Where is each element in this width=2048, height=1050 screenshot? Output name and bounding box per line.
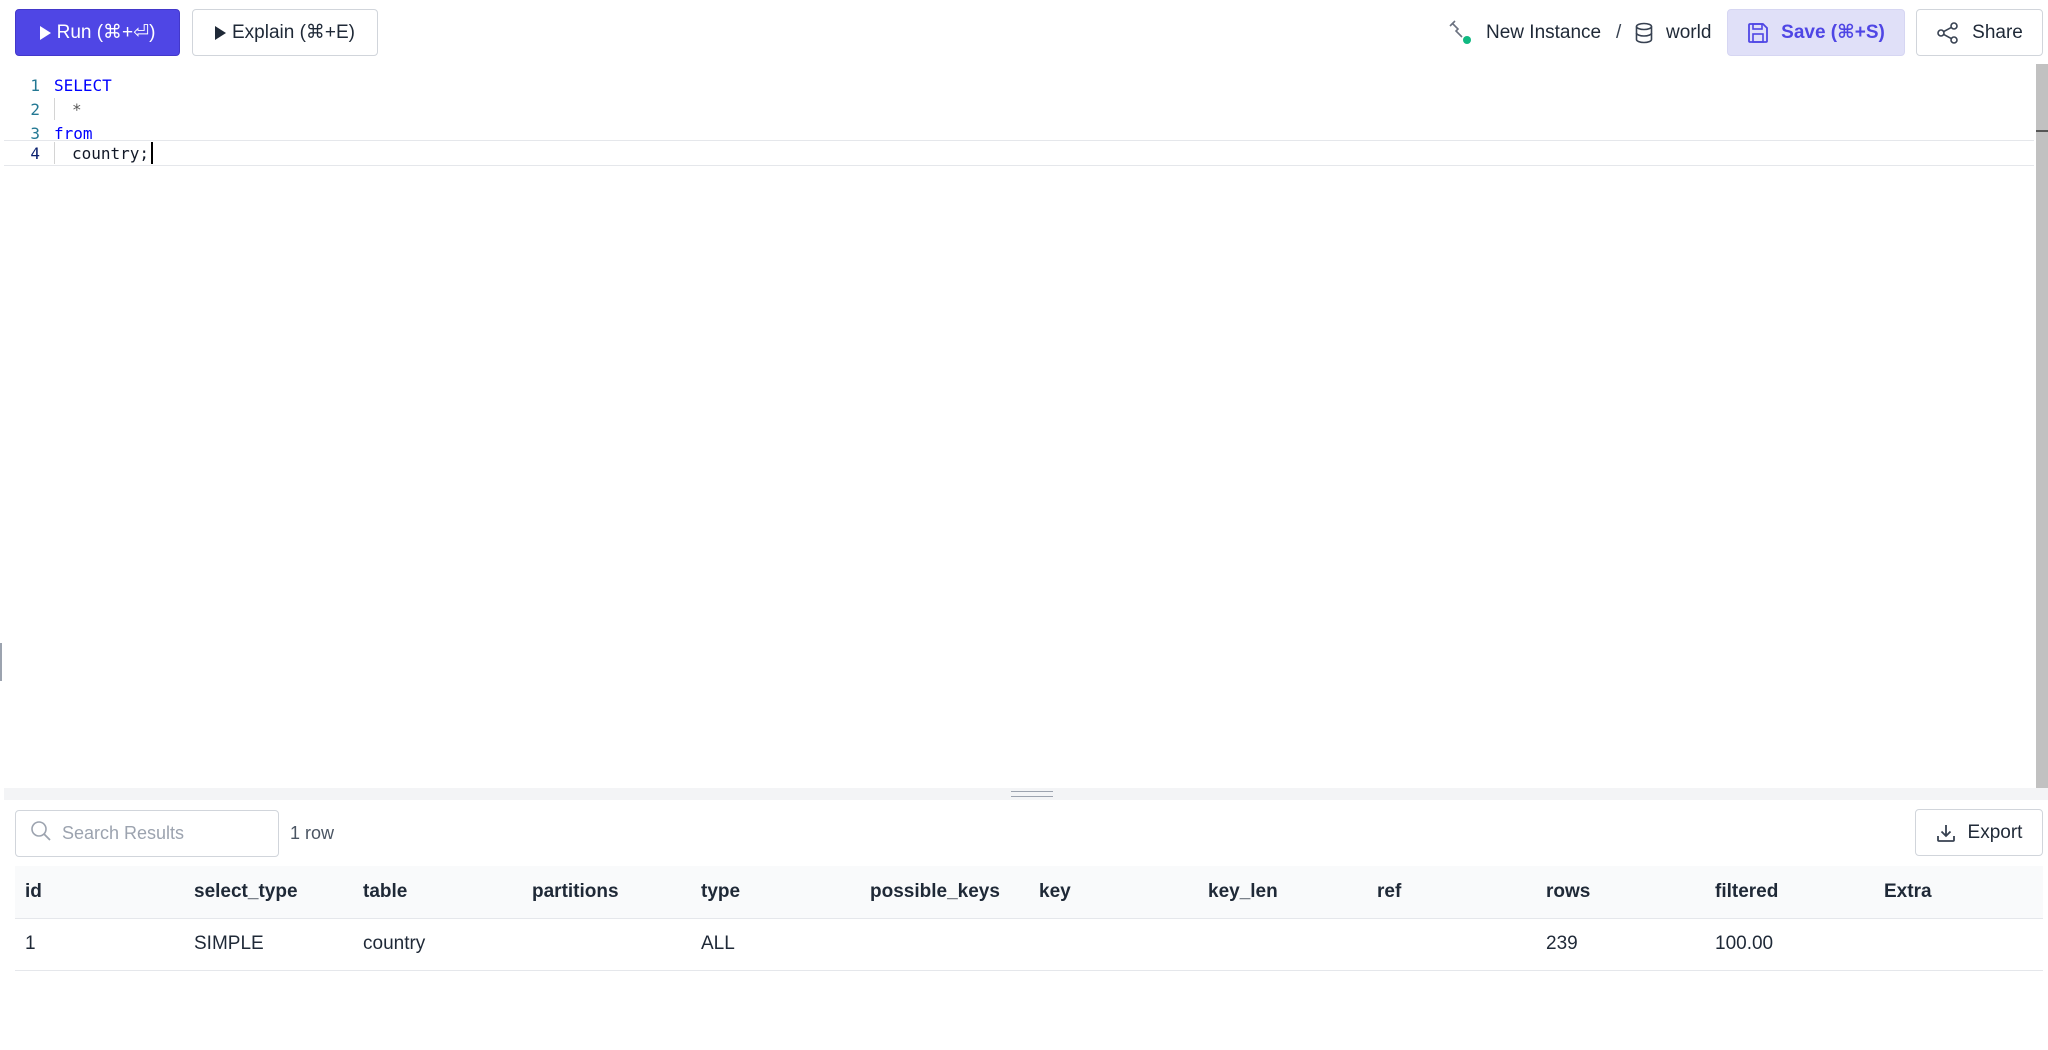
table-cell: country: [353, 918, 522, 971]
table-cell: [1367, 918, 1536, 971]
column-header[interactable]: type: [691, 866, 860, 919]
line-number: 4: [30, 143, 40, 163]
table-cell: 1: [15, 918, 184, 971]
save-button-label: Save (⌘+S): [1781, 22, 1885, 43]
table-cell: 239: [1536, 918, 1705, 971]
text-cursor: [151, 142, 154, 164]
breadcrumb-separator: /: [1616, 21, 1622, 43]
search-results-box[interactable]: [15, 810, 279, 857]
drag-handle-icon[interactable]: [1011, 791, 1053, 797]
explain-button-label: Explain (⌘+E): [231, 22, 356, 43]
scrollbar-cursor-marker: [2036, 130, 2048, 132]
line-number: 1: [30, 75, 40, 95]
column-header[interactable]: key: [1029, 866, 1198, 919]
table-header-row: id select_type table partitions type pos…: [15, 866, 2043, 919]
column-header[interactable]: Extra: [1874, 866, 2043, 919]
column-header[interactable]: select_type: [184, 866, 353, 919]
search-results-input[interactable]: [60, 822, 260, 845]
connection-icon: [1448, 19, 1474, 46]
code-text: *: [72, 99, 82, 119]
instance-selector[interactable]: New Instance: [1448, 9, 1601, 56]
run-button[interactable]: Run (⌘+⏎): [15, 9, 180, 56]
export-button[interactable]: Export: [1915, 809, 2043, 856]
search-icon: [30, 820, 52, 847]
column-header[interactable]: ref: [1367, 866, 1536, 919]
column-header[interactable]: rows: [1536, 866, 1705, 919]
table-cell: ALL: [691, 918, 860, 971]
play-icon: [39, 25, 51, 40]
code-text: SELECT: [54, 75, 112, 95]
column-header[interactable]: possible_keys: [860, 866, 1029, 919]
toolbar: Run (⌘+⏎) Explain (⌘+E) New Instance / w…: [0, 0, 2048, 64]
indent-guide: [54, 98, 55, 120]
share-button-label: Share: [1972, 21, 2023, 43]
database-selector[interactable]: world: [1634, 9, 1711, 56]
table-cell: [1029, 918, 1198, 971]
table-row: 1 SIMPLE country ALL 239 100.00: [15, 918, 2043, 971]
table-cell: [860, 918, 1029, 971]
row-count: 1 row: [290, 823, 335, 843]
share-button[interactable]: Share: [1916, 9, 2043, 56]
save-button[interactable]: Save (⌘+S): [1727, 9, 1905, 56]
editor-line: 2 *: [4, 97, 2034, 121]
column-header[interactable]: key_len: [1198, 866, 1367, 919]
column-header[interactable]: filtered: [1705, 866, 1874, 919]
export-button-label: Export: [1967, 821, 2023, 843]
results-table: id select_type table partitions type pos…: [15, 866, 2043, 971]
table-cell: 100.00: [1705, 918, 1874, 971]
table-cell: [1198, 918, 1367, 971]
table-cell: [522, 918, 691, 971]
results-panel: 1 row Export id select_type table partit…: [4, 800, 2048, 1050]
editor-line: 1 SELECT: [4, 73, 2034, 97]
download-icon: [1936, 823, 1956, 843]
table-cell: [1874, 918, 2043, 971]
sql-editor[interactable]: 1 SELECT 2 * 3 from 4 country;: [4, 64, 2044, 788]
explain-button[interactable]: Explain (⌘+E): [192, 9, 378, 56]
results-splitter[interactable]: [4, 788, 2048, 800]
table-cell: SIMPLE: [184, 918, 353, 971]
column-header[interactable]: id: [15, 866, 184, 919]
run-button-label: Run (⌘+⏎): [56, 22, 156, 43]
panel-resize-handle[interactable]: [0, 643, 2, 681]
save-icon: [1747, 22, 1769, 44]
database-label: world: [1666, 21, 1712, 43]
database-icon: [1634, 22, 1654, 44]
share-icon: [1936, 21, 1960, 45]
instance-label: New Instance: [1486, 21, 1602, 43]
play-icon: [214, 25, 226, 40]
code-text: country;: [72, 143, 150, 163]
column-header[interactable]: partitions: [522, 866, 691, 919]
indent-guide: [54, 142, 55, 164]
column-header[interactable]: table: [353, 866, 522, 919]
editor-scrollbar[interactable]: [2036, 64, 2048, 788]
editor-line-active: 4 country;: [4, 140, 2034, 166]
line-number: 2: [30, 99, 40, 119]
